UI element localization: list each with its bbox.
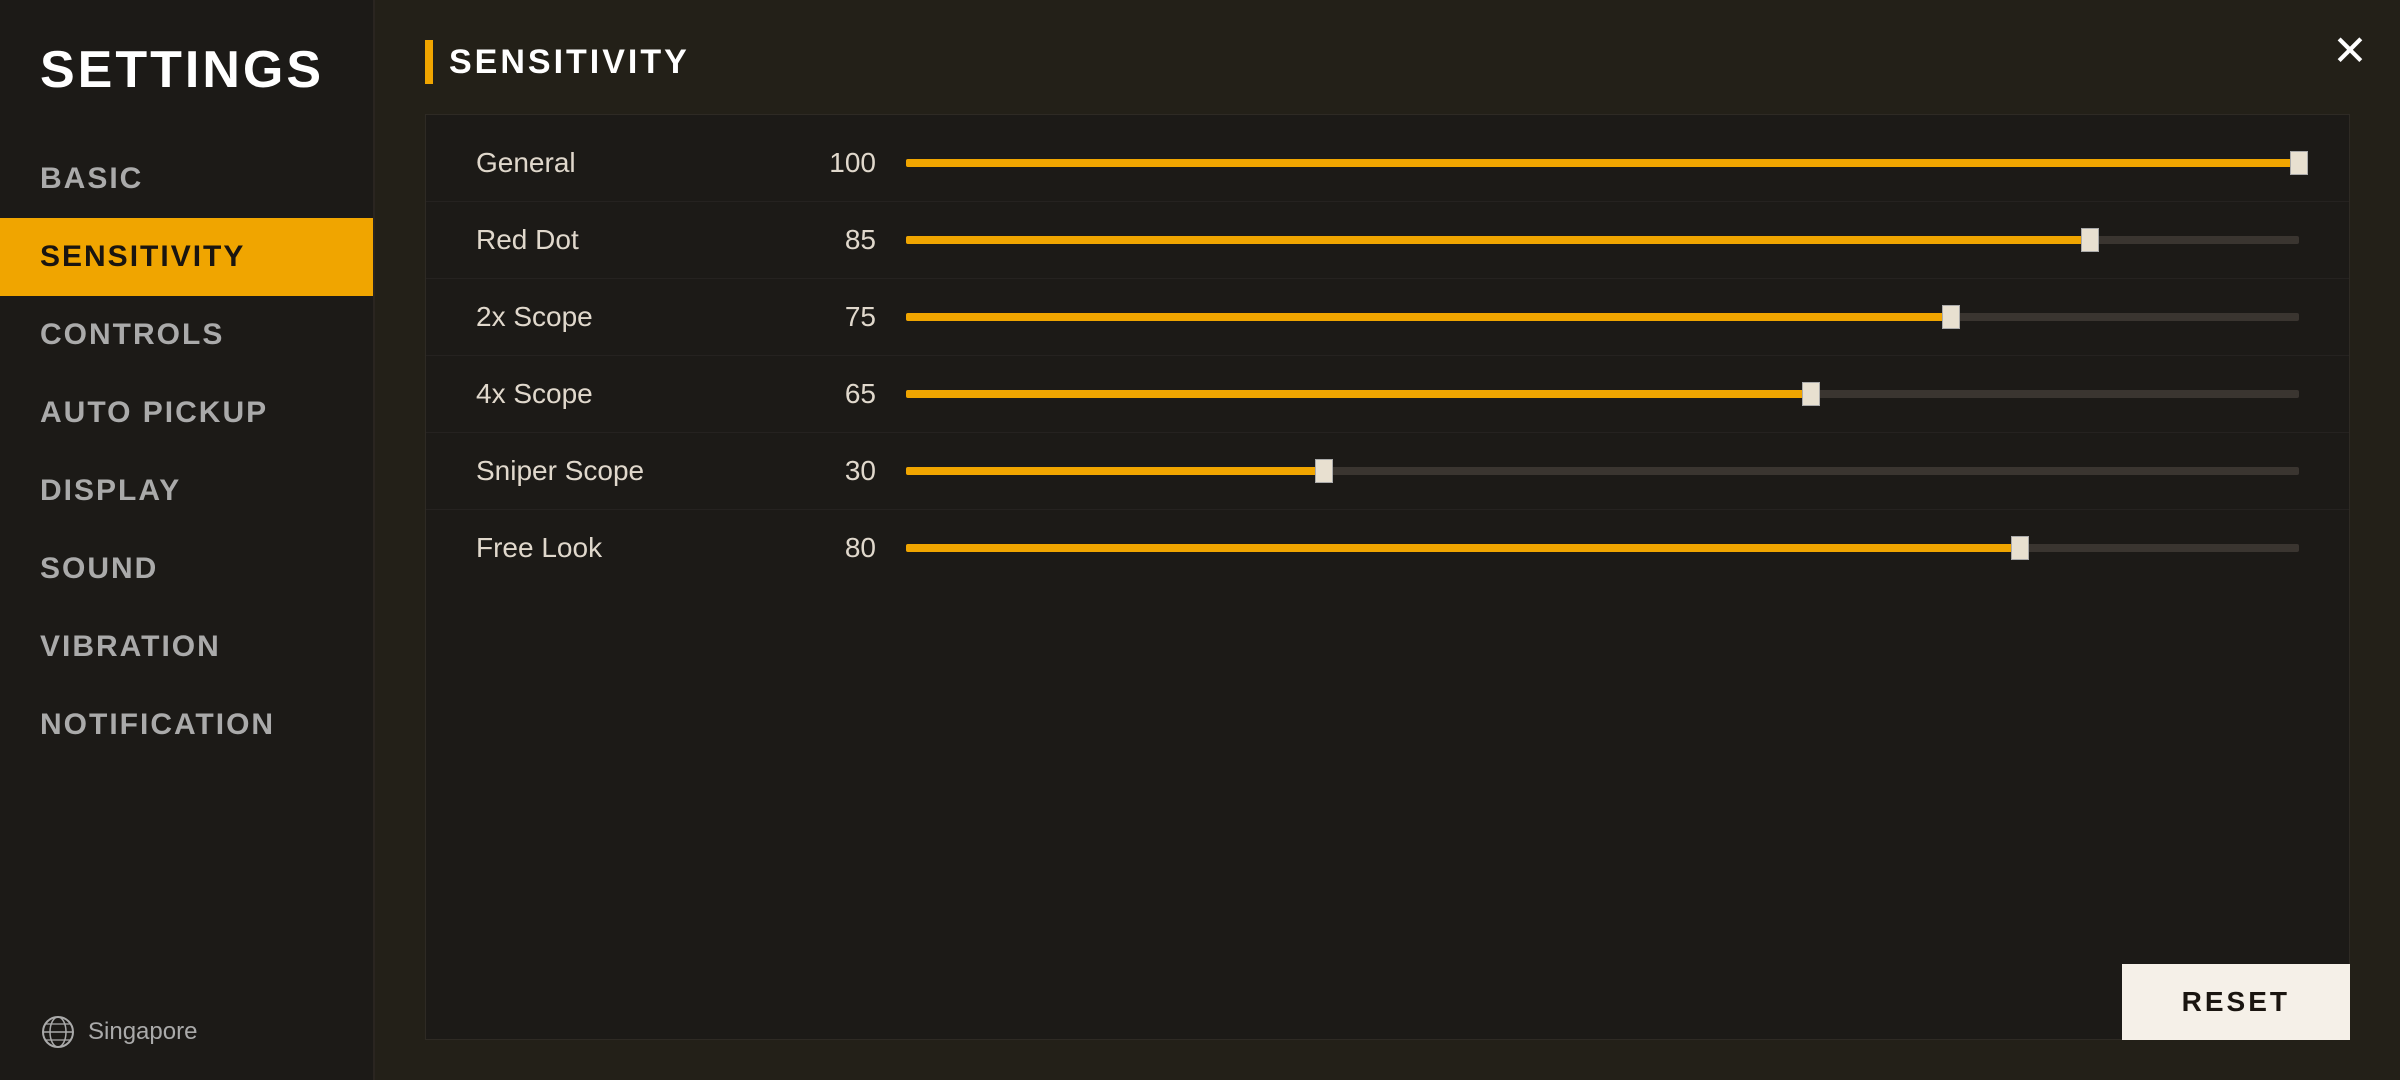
slider-thumb-sniper-scope[interactable] [1315,459,1333,483]
slider-4x-scope[interactable] [906,386,2299,402]
setting-label-general: General [476,147,796,179]
setting-value-4x-scope: 65 [796,378,876,410]
setting-value-red-dot: 85 [796,224,876,256]
setting-value-general: 100 [796,147,876,179]
reset-button[interactable]: RESET [2122,964,2350,1040]
sidebar-item-basic[interactable]: BASIC [0,140,373,218]
region-label: Singapore [88,1018,197,1046]
setting-value-2x-scope: 75 [796,301,876,333]
table-row: Free Look 80 [426,510,2349,586]
slider-fill-free-look [906,544,2020,552]
slider-track-sniper-scope [906,467,2299,475]
slider-free-look[interactable] [906,540,2299,556]
table-row: Sniper Scope 30 [426,433,2349,510]
slider-thumb-2x-scope[interactable] [1942,305,1960,329]
slider-fill-red-dot [906,236,2090,244]
sidebar-item-sound[interactable]: SOUND [0,530,373,608]
table-row: 4x Scope 65 [426,356,2349,433]
globe-icon [40,1014,76,1050]
setting-label-2x-scope: 2x Scope [476,301,796,333]
setting-label-free-look: Free Look [476,532,796,564]
sidebar-item-sensitivity[interactable]: SENSITIVITY [0,218,373,296]
setting-label-red-dot: Red Dot [476,224,796,256]
section-indicator [425,40,433,84]
settings-title: SETTINGS [0,20,373,140]
setting-label-4x-scope: 4x Scope [476,378,796,410]
slider-track-2x-scope [906,313,2299,321]
sidebar-item-controls[interactable]: CONTROLS [0,296,373,374]
sidebar: SETTINGS BASIC SENSITIVITY CONTROLS AUTO… [0,0,375,1080]
section-header: SENSITIVITY [425,40,2350,84]
main-content: SENSITIVITY General 100 Red Dot 85 [375,0,2400,1080]
slider-track-general [906,159,2299,167]
sidebar-item-auto-pickup[interactable]: AUTO PICKUP [0,374,373,452]
slider-fill-4x-scope [906,390,1811,398]
table-row: General 100 [426,125,2349,202]
slider-thumb-general[interactable] [2290,151,2308,175]
sidebar-item-notification[interactable]: NOTIFICATION [0,686,373,764]
table-row: Red Dot 85 [426,202,2349,279]
reset-button-container: RESET [2122,964,2350,1040]
slider-general[interactable] [906,155,2299,171]
slider-fill-2x-scope [906,313,1951,321]
table-row: 2x Scope 75 [426,279,2349,356]
slider-track-free-look [906,544,2299,552]
slider-sniper-scope[interactable] [906,463,2299,479]
sidebar-item-vibration[interactable]: VIBRATION [0,608,373,686]
slider-thumb-4x-scope[interactable] [1802,382,1820,406]
setting-label-sniper-scope: Sniper Scope [476,455,796,487]
settings-panel: General 100 Red Dot 85 2x Scope [425,114,2350,1040]
section-title: SENSITIVITY [449,43,690,82]
slider-red-dot[interactable] [906,232,2299,248]
slider-track-4x-scope [906,390,2299,398]
sidebar-item-display[interactable]: DISPLAY [0,452,373,530]
slider-thumb-red-dot[interactable] [2081,228,2099,252]
sidebar-footer: Singapore [0,984,373,1080]
slider-2x-scope[interactable] [906,309,2299,325]
setting-value-free-look: 80 [796,532,876,564]
slider-fill-general [906,159,2299,167]
slider-track-red-dot [906,236,2299,244]
setting-value-sniper-scope: 30 [796,455,876,487]
close-button[interactable]: ✕ [2315,15,2385,85]
slider-fill-sniper-scope [906,467,1324,475]
slider-thumb-free-look[interactable] [2011,536,2029,560]
